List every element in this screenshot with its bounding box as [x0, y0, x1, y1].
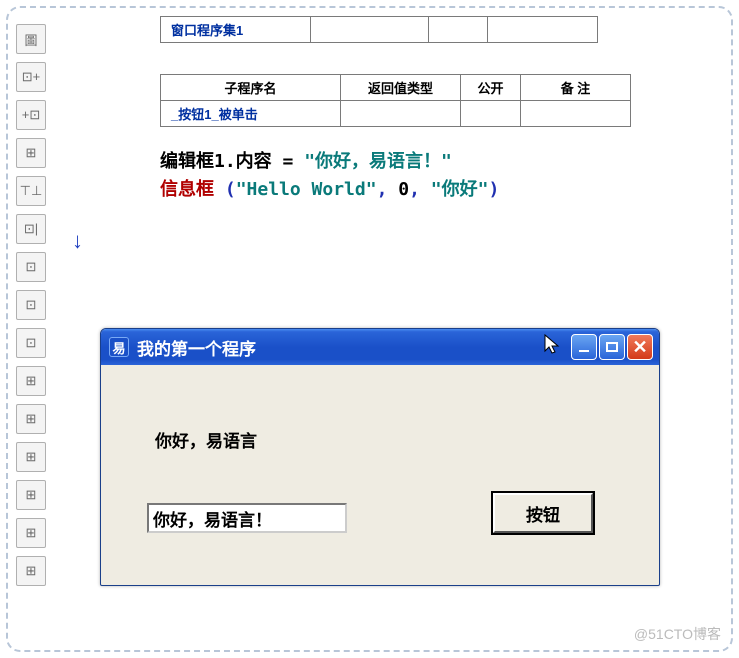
tool-icon[interactable]: ⊡: [16, 290, 46, 320]
tool-icon[interactable]: ⊡: [16, 252, 46, 282]
watermark-text: @51CTO博客: [634, 624, 721, 644]
tool-icon[interactable]: +⊡: [16, 100, 46, 130]
programset-name-cell[interactable]: 窗口程序集1: [161, 17, 311, 43]
cursor-icon: [543, 333, 563, 361]
minimize-button[interactable]: [571, 334, 597, 360]
empty-cell[interactable]: [341, 101, 461, 127]
subroutine-table: 子程序名 返回值类型 公开 备 注 _按钮1_被单击: [160, 74, 631, 127]
client-area: 你好，易语言 按钮: [105, 365, 655, 581]
titlebar[interactable]: 易 我的第一个程序 ✕: [101, 329, 659, 365]
tool-icon[interactable]: ⊡+: [16, 62, 46, 92]
tool-icon[interactable]: ⊡: [16, 328, 46, 358]
col-header: 备 注: [521, 75, 631, 101]
greeting-label: 你好，易语言: [155, 427, 257, 452]
edit-box-1[interactable]: [147, 503, 347, 533]
tool-icon[interactable]: ⊤⊥: [16, 176, 46, 206]
tool-icon[interactable]: ⊞: [16, 138, 46, 168]
tool-icon[interactable]: ⊞: [16, 442, 46, 472]
empty-cell[interactable]: [461, 101, 521, 127]
action-button[interactable]: 按钮: [493, 493, 593, 533]
col-header: 返回值类型: [341, 75, 461, 101]
col-header: 子程序名: [161, 75, 341, 101]
app-icon: 易: [109, 337, 129, 357]
code-line-1: 编辑框1.内容 = "你好，易语言！": [160, 148, 499, 176]
tool-icon[interactable]: ⊞: [16, 556, 46, 586]
tool-icon[interactable]: ⊡|: [16, 214, 46, 244]
code-area[interactable]: 编辑框1.内容 = "你好，易语言！" 信息框 ("Hello World", …: [160, 148, 499, 204]
col-header: 公开: [461, 75, 521, 101]
tool-icon[interactable]: ⊞: [16, 404, 46, 434]
empty-cell: [488, 17, 598, 43]
tool-icon[interactable]: ⊞: [16, 366, 46, 396]
app-window: 易 我的第一个程序 ✕ 你好，易语言 按钮: [100, 328, 660, 586]
tool-icon[interactable]: ⊞: [16, 518, 46, 548]
window-title: 我的第一个程序: [137, 335, 543, 360]
programset-table: 窗口程序集1: [160, 16, 598, 43]
empty-cell: [429, 17, 488, 43]
empty-cell[interactable]: [521, 101, 631, 127]
down-arrow-icon: ↓: [72, 228, 83, 254]
maximize-button[interactable]: [599, 334, 625, 360]
code-line-2: 信息框 ("Hello World", 0, "你好"): [160, 176, 499, 204]
tool-icon[interactable]: 圖: [16, 24, 46, 54]
empty-cell: [311, 17, 429, 43]
side-toolbar: 圖 ⊡+ +⊡ ⊞ ⊤⊥ ⊡| ⊡ ⊡ ⊡ ⊞ ⊞ ⊞ ⊞ ⊞ ⊞: [16, 16, 50, 586]
tool-icon[interactable]: ⊞: [16, 480, 46, 510]
close-button[interactable]: ✕: [627, 334, 653, 360]
subroutine-name-cell[interactable]: _按钮1_被单击: [161, 101, 341, 127]
